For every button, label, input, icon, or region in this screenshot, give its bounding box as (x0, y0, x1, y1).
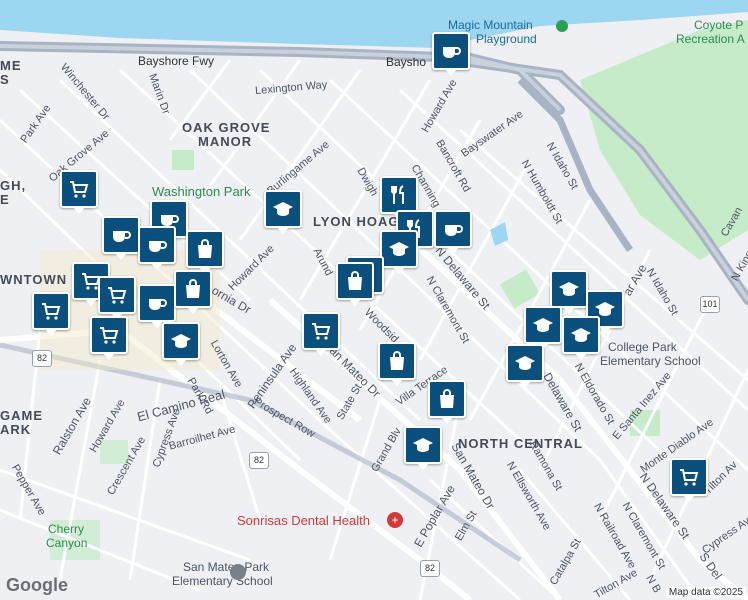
park-icon (556, 20, 568, 32)
route-82-shield: 82 (249, 452, 269, 469)
street-label: Baysho (386, 55, 427, 69)
map-marker-school[interactable] (524, 306, 562, 350)
coffee-icon (145, 291, 169, 315)
area-label-edge: ME (0, 58, 22, 73)
area-label-oak-grove: OAK GROVE (182, 120, 271, 135)
map-marker-school[interactable] (404, 426, 442, 470)
medical-icon: + (387, 512, 403, 528)
area-label-edge: E (0, 192, 10, 207)
map-marker-grocery-cart[interactable] (90, 316, 128, 360)
map-attribution[interactable]: Map data ©2025 (665, 587, 746, 598)
grocery-cart-icon (39, 299, 63, 323)
poi-label-school[interactable]: Elementary School (172, 574, 273, 588)
map-marker-school[interactable] (562, 316, 600, 360)
grocery-cart-icon (309, 319, 333, 343)
poi-label-coyote-point[interactable]: Coyote P (694, 18, 743, 32)
map-marker-school[interactable] (550, 270, 588, 314)
school-icon (411, 433, 435, 457)
map-marker-school[interactable] (264, 190, 302, 234)
area-label-downtown: WNTOWN (0, 272, 68, 287)
map-marker-grocery-cart[interactable] (60, 170, 98, 214)
map-marker-school[interactable] (162, 322, 200, 366)
coffee-icon (441, 217, 465, 241)
map-marker-grocery-cart[interactable] (670, 458, 708, 502)
map-marker-grocery-cart[interactable] (302, 312, 340, 356)
school-icon (569, 323, 593, 347)
grocery-cart-icon (97, 323, 121, 347)
shopping-bag-icon (385, 349, 409, 373)
coffee-icon (439, 39, 463, 63)
poi-label-playground[interactable]: Playground (476, 32, 537, 46)
poi-label-college-park-school[interactable]: Elementary School (600, 354, 701, 368)
map-marker-coffee[interactable] (138, 226, 176, 270)
map-marker-school[interactable] (380, 230, 418, 274)
map-canvas[interactable]: 82 82 82 101 OAK GROVE MANOR LYON HOAG N… (0, 0, 748, 600)
area-label-burlingame: GAME (0, 408, 43, 423)
grocery-cart-icon (105, 283, 129, 307)
map-marker-grocery-cart[interactable] (32, 292, 70, 336)
shopping-bag-icon (193, 237, 217, 261)
poi-label-recreation-area[interactable]: Recreation A (676, 32, 745, 46)
map-marker-shopping-bag[interactable] (428, 380, 466, 424)
route-82-shield: 82 (420, 560, 440, 577)
poi-label-san-mateo-park-school[interactable]: San Mateo Park (183, 560, 269, 574)
route-82-shield: 82 (32, 350, 52, 367)
map-marker-coffee[interactable] (434, 210, 472, 254)
google-logo: Google (6, 575, 68, 595)
school-icon (271, 197, 295, 221)
map-marker-coffee[interactable] (102, 216, 140, 260)
map-marker-school[interactable] (506, 344, 544, 388)
poi-label-cherry-canyon[interactable]: Cherry (48, 522, 84, 536)
coffee-icon (109, 223, 133, 247)
poi-label-college-park[interactable]: College Park (608, 340, 677, 354)
restaurant-icon (387, 183, 411, 207)
map-marker-restaurant[interactable] (380, 176, 418, 220)
coffee-icon (145, 233, 169, 257)
school-icon (531, 313, 555, 337)
street-label: Bayshore Fwy (138, 54, 215, 68)
school-icon (513, 351, 537, 375)
map-marker-shopping-bag[interactable] (378, 342, 416, 386)
poi-label-magic-mountain[interactable]: Magic Mountain (448, 18, 533, 32)
map-marker-grocery-cart[interactable] (98, 276, 136, 320)
area-label-manor: MANOR (198, 134, 253, 149)
shopping-bag-icon (181, 277, 205, 301)
school-icon (557, 277, 581, 301)
map-marker-shopping-bag[interactable] (336, 262, 374, 306)
grocery-cart-icon (677, 465, 701, 489)
poi-label-canyon[interactable]: Canyon (46, 536, 87, 550)
shopping-bag-icon (343, 269, 367, 293)
map-marker-coffee[interactable] (138, 284, 176, 328)
map-marker-coffee[interactable] (432, 32, 470, 76)
school-icon (169, 329, 193, 353)
area-label-edge: S (0, 72, 10, 87)
map-marker-shopping-bag[interactable] (186, 230, 224, 274)
route-101-shield: 101 (700, 296, 720, 313)
shopping-bag-icon (435, 387, 459, 411)
school-icon (387, 237, 411, 261)
grocery-cart-icon (67, 177, 91, 201)
poi-label-sonrisas-dental[interactable]: Sonrisas Dental Health (237, 514, 370, 528)
map-marker-shopping-bag[interactable] (174, 270, 212, 314)
area-label-park: ARK (0, 422, 32, 437)
area-label-lyon-hoag: LYON HOAG (313, 214, 400, 229)
school-poi-icon (230, 564, 246, 580)
area-label-edge: GH, (0, 178, 27, 193)
poi-label-washington-park[interactable]: Washington Park (152, 185, 251, 199)
area-label-north-central: NORTH CENTRAL (458, 436, 583, 451)
